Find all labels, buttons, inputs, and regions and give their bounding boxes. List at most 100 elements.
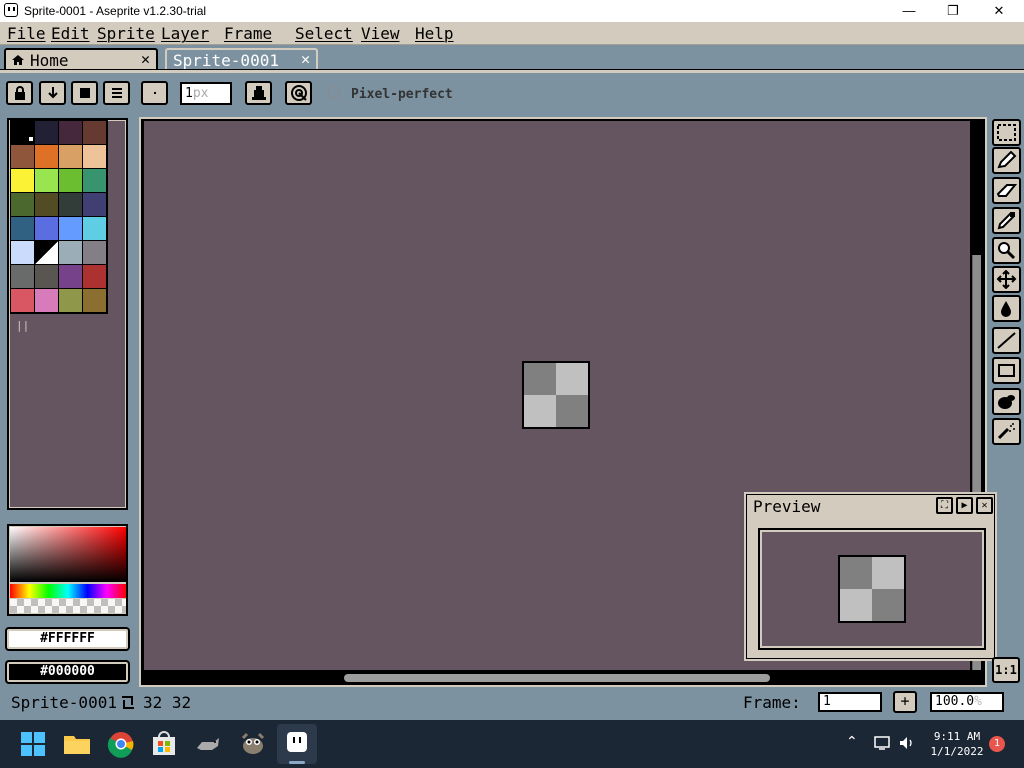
palette-swatch[interactable] (35, 289, 59, 313)
checker-cell (840, 589, 872, 621)
aseprite-taskbar-button[interactable] (277, 724, 317, 764)
close-window-button[interactable]: ✕ (976, 0, 1022, 22)
palette-swatch[interactable] (35, 241, 59, 265)
preview-fullscreen-button[interactable]: ⛶ (936, 497, 953, 514)
palette-swatch[interactable] (11, 145, 35, 169)
menu-frame[interactable]: Frame (224, 24, 272, 43)
palette-swatch[interactable] (83, 193, 107, 217)
sprite-canvas[interactable] (522, 361, 590, 429)
palette-swatch[interactable] (83, 121, 107, 145)
volume-icon[interactable] (898, 735, 916, 751)
hue-slider[interactable] (10, 584, 126, 598)
tab-home[interactable]: Home ✕ (4, 48, 158, 71)
network-icon[interactable] (873, 735, 891, 751)
palette-swatch[interactable] (83, 241, 107, 265)
palette-swatch[interactable] (59, 289, 83, 313)
tool-eyedropper[interactable] (992, 207, 1021, 234)
status-bar: Sprite-0001 32 32 Frame: 1 + 100.0% (0, 689, 1024, 719)
windows-start-icon[interactable] (17, 728, 49, 760)
pixel-perfect-checkbox[interactable] (328, 87, 340, 99)
palette-swatch[interactable] (59, 217, 83, 241)
taskbar-clock[interactable]: 9:11 AM 1/1/2022 (926, 729, 988, 759)
palette-swatch[interactable] (35, 121, 59, 145)
microsoft-store-icon[interactable] (148, 728, 180, 760)
palette-swatch[interactable] (11, 217, 35, 241)
brush-type-button[interactable] (71, 81, 98, 105)
menu-select[interactable]: Select (295, 24, 353, 43)
palette-swatch[interactable] (83, 217, 107, 241)
preview-close-button[interactable]: ✕ (976, 497, 993, 514)
tool-blur[interactable] (992, 388, 1021, 415)
lock-alpha-button[interactable] (6, 81, 33, 105)
zoom-1-1-button[interactable]: 1:1 (992, 657, 1020, 683)
canvas-size-icon (122, 696, 134, 709)
palette-swatch[interactable] (83, 265, 107, 289)
menu-edit[interactable]: Edit (51, 24, 90, 43)
gimp-icon[interactable] (237, 728, 269, 760)
preview-play-button[interactable]: ▶ (956, 497, 973, 514)
palette-swatch[interactable] (11, 265, 35, 289)
show-hidden-icons-chevron-icon[interactable]: ⌃ (846, 734, 858, 750)
palette-swatch[interactable] (11, 289, 35, 313)
tool-rectangle[interactable] (992, 357, 1021, 384)
palette-swatch[interactable] (11, 193, 35, 217)
preview-sprite (838, 555, 906, 623)
palette-swatch[interactable] (11, 121, 35, 145)
alpha-slider[interactable] (10, 599, 126, 613)
window-title: Sprite-0001 - Aseprite v1.2.30-trial (24, 4, 207, 18)
tool-pencil[interactable] (992, 147, 1021, 174)
palette-swatch[interactable] (59, 121, 83, 145)
frame-input[interactable]: 1 (818, 692, 882, 712)
palette-swatch[interactable] (59, 145, 83, 169)
minimize-button[interactable]: — (886, 0, 932, 22)
palette-swatch[interactable] (83, 145, 107, 169)
palette-swatch[interactable] (35, 193, 59, 217)
palette-swatch[interactable] (59, 241, 83, 265)
notification-badge[interactable]: 1 (989, 736, 1005, 752)
palette-swatch[interactable] (11, 241, 35, 265)
menu-view[interactable]: View (361, 24, 400, 43)
tool-move[interactable] (992, 266, 1021, 293)
menu-sprite[interactable]: Sprite (97, 24, 155, 43)
color-saturation-value-field[interactable] (10, 527, 126, 582)
file-explorer-icon[interactable] (61, 728, 93, 760)
tool-line[interactable] (992, 327, 1021, 354)
tool-spray[interactable] (992, 418, 1021, 445)
brush-options-button[interactable] (103, 81, 130, 105)
tab-sprite-close-button[interactable]: ✕ (301, 50, 310, 68)
palette-swatch[interactable] (83, 289, 107, 313)
palette-swatch[interactable] (83, 169, 107, 193)
palette-resize-handle[interactable]: || (16, 319, 29, 332)
horizontal-scrollbar[interactable] (344, 674, 770, 682)
cat-app-icon[interactable] (192, 728, 224, 760)
palette-swatch[interactable] (59, 169, 83, 193)
zoom-input[interactable]: 100.0% (930, 692, 1004, 712)
menu-file[interactable]: File (7, 24, 46, 43)
brush-shape-button[interactable] (141, 81, 168, 105)
palette-swatch[interactable] (35, 145, 59, 169)
palette-swatch[interactable] (11, 169, 35, 193)
download-brush-button[interactable] (39, 81, 66, 105)
tab-sprite-0001[interactable]: Sprite-0001 ✕ (165, 48, 318, 71)
palette-swatch[interactable] (35, 265, 59, 289)
tab-home-close-button[interactable]: ✕ (141, 50, 150, 68)
brush-size-input[interactable]: 1px (180, 82, 232, 105)
menu-help[interactable]: Help (415, 24, 454, 43)
chrome-icon[interactable] (105, 728, 137, 760)
foreground-color-button[interactable]: #FFFFFF (5, 627, 130, 651)
ink-type-button[interactable] (245, 81, 272, 105)
palette-swatch[interactable] (35, 169, 59, 193)
tool-rectangular-marquee[interactable] (992, 119, 1021, 146)
palette-swatch[interactable] (35, 217, 59, 241)
add-frame-button[interactable]: + (893, 691, 917, 713)
background-color-button[interactable]: #000000 (5, 660, 130, 684)
tool-zoom[interactable] (992, 237, 1021, 264)
tool-paint-bucket[interactable] (992, 295, 1021, 322)
tool-eraser[interactable] (992, 177, 1021, 204)
maximize-button[interactable]: ❐ (930, 0, 976, 22)
palette-swatch[interactable] (59, 193, 83, 217)
symmetry-button[interactable] (285, 81, 312, 105)
menu-layer[interactable]: Layer (161, 24, 209, 43)
palette-swatch[interactable] (59, 265, 83, 289)
tab-sprite-label: Sprite-0001 (173, 51, 279, 70)
